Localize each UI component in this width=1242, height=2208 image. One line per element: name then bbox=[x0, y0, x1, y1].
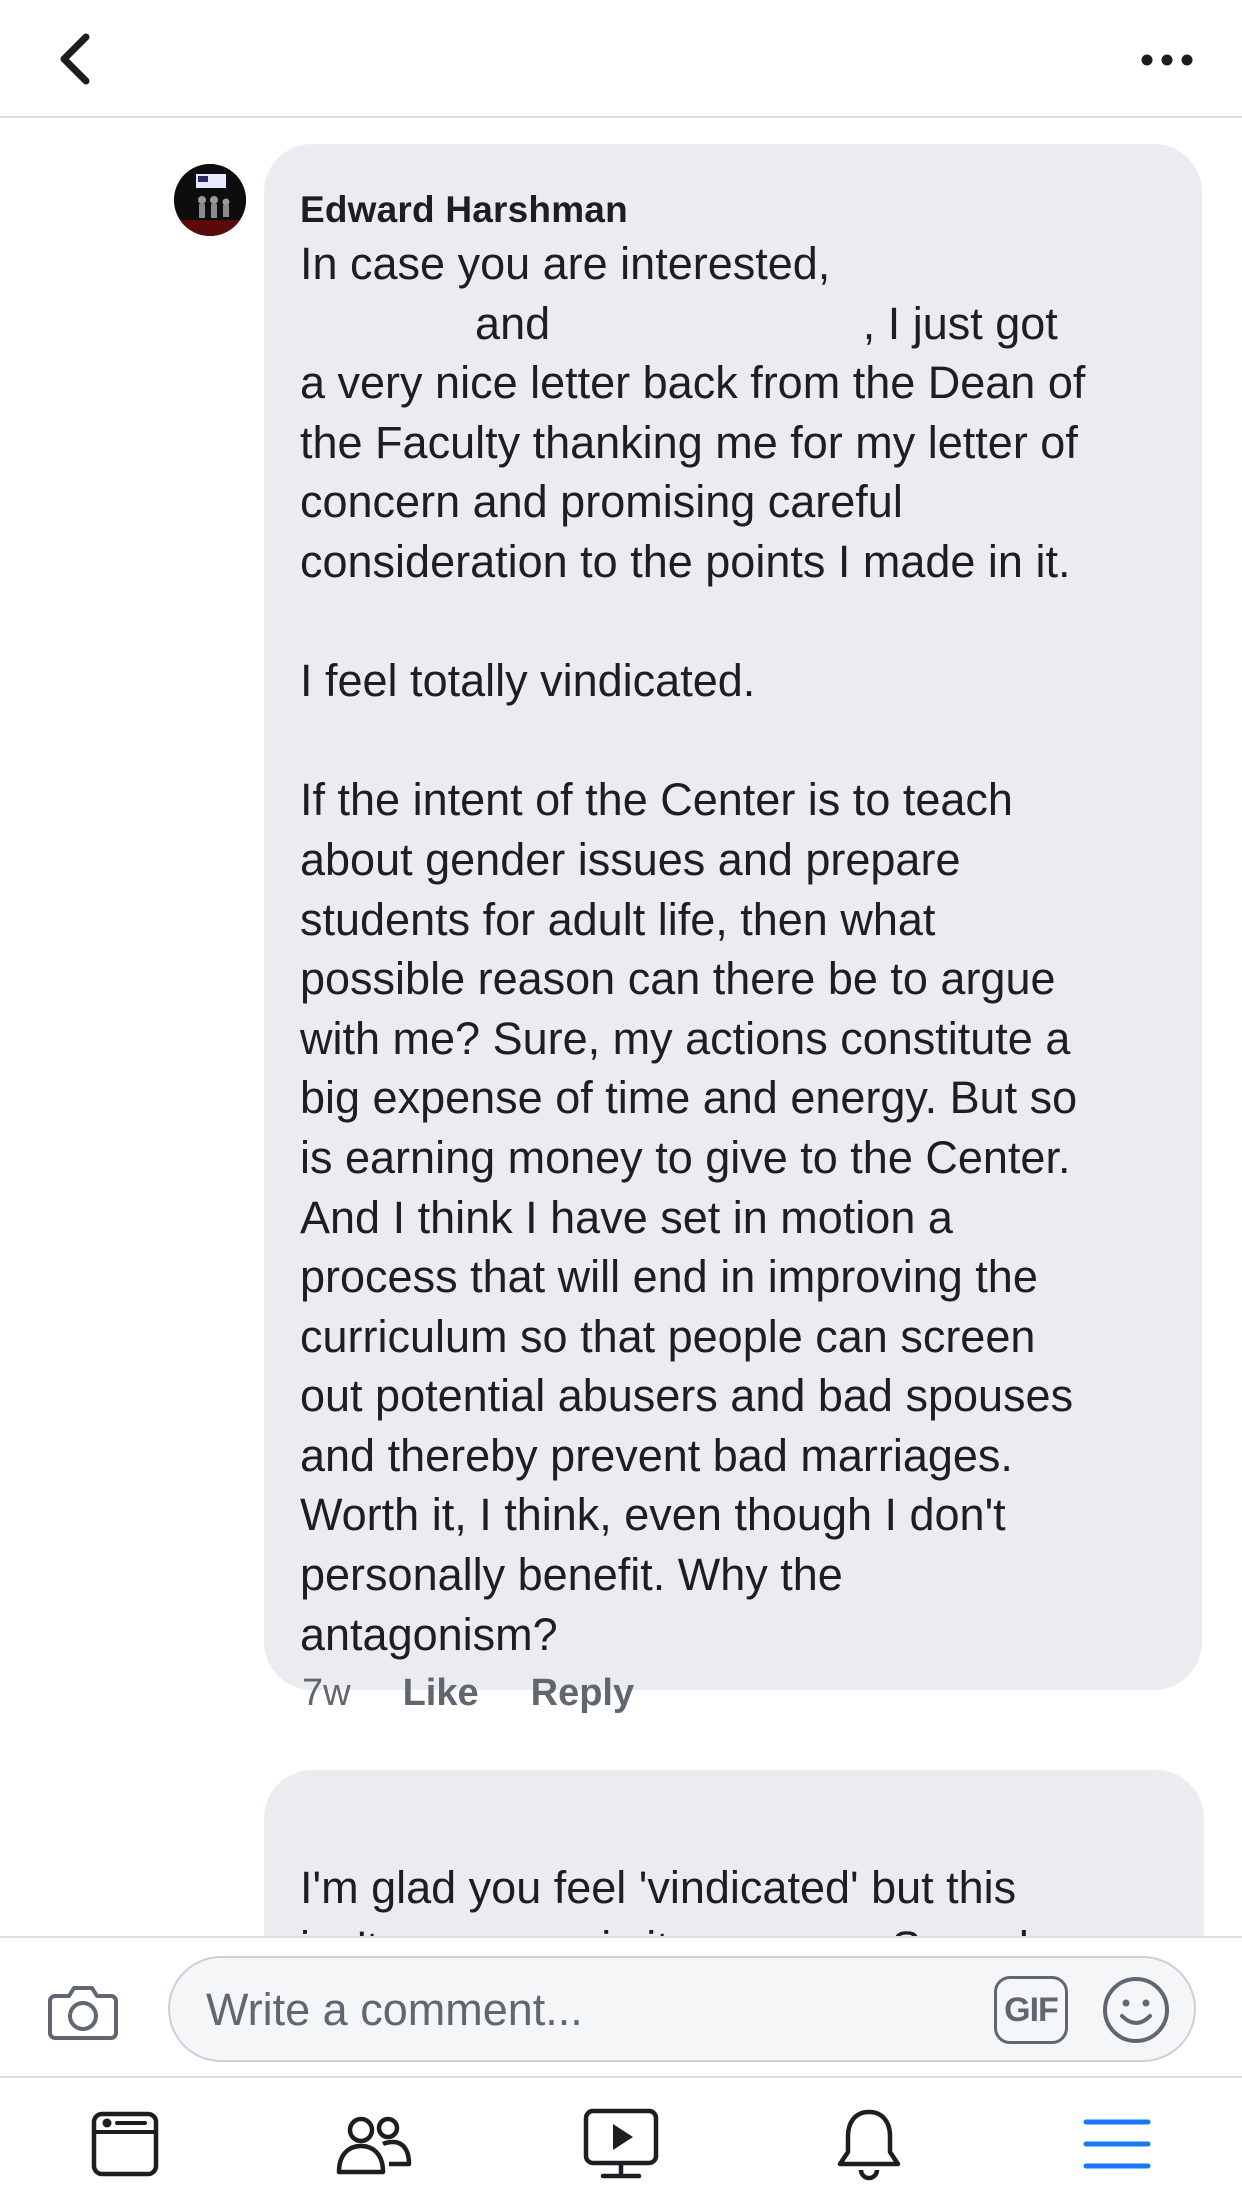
reply-text: I'm glad you feel 'vindicated' but this … bbox=[300, 1862, 1029, 1936]
reply-bubble[interactable]: I'm glad you feel 'vindicated' but this … bbox=[264, 1770, 1204, 1936]
comment-thread: Edward Harshman In case you are interest… bbox=[0, 120, 1242, 1936]
avatar[interactable] bbox=[174, 164, 246, 236]
comment-author[interactable]: Edward Harshman bbox=[300, 188, 1166, 232]
comment-input[interactable] bbox=[206, 1980, 1006, 2040]
comment-composer: GIF bbox=[0, 1936, 1242, 2076]
notifications-icon bbox=[837, 2109, 901, 2181]
comment-input-wrapper: GIF bbox=[168, 1956, 1196, 2062]
chevron-left-icon bbox=[60, 33, 90, 85]
menu-icon bbox=[1083, 2119, 1151, 2169]
emoji-button[interactable] bbox=[1100, 1974, 1172, 2046]
watch-icon bbox=[583, 2108, 659, 2179]
friends-icon bbox=[336, 2116, 412, 2175]
avatar-image bbox=[174, 164, 246, 236]
comment-actions: 7w Like Reply bbox=[302, 1672, 686, 1715]
camera-button[interactable] bbox=[42, 1974, 124, 2048]
tab-notifications[interactable] bbox=[824, 2104, 914, 2184]
top-bar bbox=[0, 0, 1242, 118]
like-button[interactable]: Like bbox=[403, 1672, 479, 1715]
tab-watch[interactable] bbox=[576, 2104, 666, 2184]
reply-button[interactable]: Reply bbox=[531, 1672, 634, 1715]
tab-friends[interactable] bbox=[328, 2104, 418, 2184]
gif-button[interactable]: GIF bbox=[994, 1976, 1068, 2044]
comment-timestamp[interactable]: 7w bbox=[302, 1672, 351, 1715]
comment-bubble[interactable]: Edward Harshman In case you are interest… bbox=[264, 144, 1202, 1691]
news-feed-icon bbox=[91, 2111, 159, 2177]
bottom-tab-bar bbox=[0, 2076, 1242, 2208]
back-button[interactable] bbox=[44, 26, 104, 92]
tab-news-feed[interactable] bbox=[80, 2104, 170, 2184]
smiley-icon bbox=[1103, 1977, 1169, 2043]
ellipsis-icon bbox=[1141, 54, 1193, 66]
more-options-button[interactable] bbox=[1132, 30, 1202, 90]
comment-text: In case you are interested, and , I just… bbox=[300, 238, 1086, 1660]
tab-menu[interactable] bbox=[1072, 2104, 1162, 2184]
camera-icon bbox=[48, 1986, 118, 2040]
